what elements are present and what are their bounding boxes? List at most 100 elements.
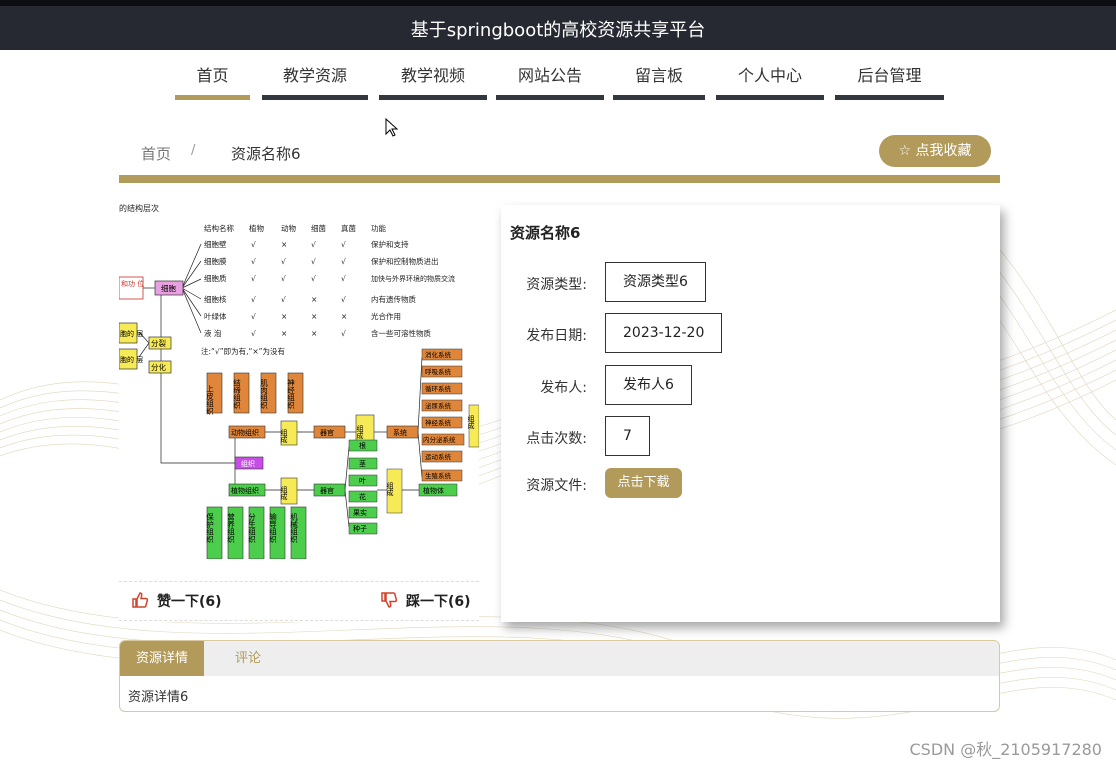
like-count: 赞一下(6) [157, 594, 222, 610]
diagram-node: 循环系统 [425, 384, 452, 393]
svg-text:加快与外界环境的物质交流: 加快与外界环境的物质交流 [371, 274, 455, 283]
resource-title: 资源名称6 [510, 224, 581, 242]
svg-text:保护和控制物质进出: 保护和控制物质进出 [371, 256, 439, 266]
svg-text:×: × [341, 312, 347, 321]
nav-announcements[interactable]: 网站公告 [496, 60, 604, 100]
diagram-node: 细胞 [161, 283, 176, 293]
nav-admin[interactable]: 后台管理 [835, 60, 944, 100]
diagram-node: 胞的 层 [120, 329, 143, 338]
diagram-node: 机械组织 [289, 512, 298, 545]
diagram-node: 果实 [353, 508, 367, 517]
diagram-table-row: 叶绿体 √ × × × 光合作用 [204, 311, 401, 321]
tab-comments[interactable]: 评论 [204, 641, 292, 676]
diagram-node: 动物组织 [231, 428, 259, 437]
diagram-node: 和功 位 [121, 279, 144, 288]
diagram-node: 组成 [356, 424, 364, 440]
svg-text:√: √ [311, 240, 316, 249]
nav-teaching-videos[interactable]: 教学视频 [379, 60, 487, 100]
gold-divider [119, 175, 1000, 183]
resource-type-value: 资源类型6 [605, 262, 706, 302]
diagram-node: 保护组织 [205, 513, 214, 545]
diagram-node: 茎 [359, 459, 366, 468]
svg-text:√: √ [251, 240, 256, 249]
svg-text:细胞核: 细胞核 [204, 294, 227, 304]
diagram-table-header: 真菌 [341, 223, 356, 233]
diagram-table-row: 细胞质 √ √ √ √ 加快与外界环境的物质交流 [204, 273, 455, 283]
nav-home[interactable]: 首页 [175, 60, 250, 100]
site-title: 基于springboot的高校资源共享平台 [410, 20, 706, 41]
diagram-table-row: 细胞核 √ √ × √ 内有遗传物质 [204, 294, 416, 304]
diagram-node: 输导组织 [268, 512, 277, 545]
svg-text:细胞壁: 细胞壁 [204, 239, 227, 249]
svg-text:√: √ [311, 274, 316, 283]
svg-text:√: √ [341, 295, 346, 304]
svg-text:细胞膜: 细胞膜 [204, 256, 227, 266]
svg-text:√: √ [281, 295, 286, 304]
diagram-node: 分生组织 [247, 513, 256, 545]
diagram-node: 种子 [353, 524, 367, 533]
thumbs-down-icon [381, 592, 398, 608]
diagram-node: 结缔组织 [232, 378, 241, 411]
diagram-node: 内分泌系统 [423, 435, 456, 444]
svg-text:√: √ [341, 257, 346, 266]
diagram-table-header: 功能 [371, 223, 386, 233]
svg-text:√: √ [251, 329, 256, 338]
dislike-count: 踩一下(6) [406, 594, 471, 610]
diagram-node: 器官 [320, 486, 334, 495]
svg-text:√: √ [281, 274, 286, 283]
publish-date-value: 2023-12-20 [605, 313, 723, 353]
svg-text:√: √ [251, 295, 256, 304]
diagram-table-header: 植物 [249, 223, 264, 233]
click-count-label: 点击次数: [526, 431, 587, 447]
tab-resource-detail[interactable]: 资源详情 [120, 641, 204, 676]
resource-info-card: 资源名称6 资源类型: 资源类型6 发布日期: 2023-12-20 发布人: … [501, 205, 1000, 622]
publisher-value: 发布人6 [605, 365, 692, 405]
diagram-table-row: 液 泡 √ × × √ 含一些可溶性物质 [204, 328, 431, 338]
resource-detail-text: 资源详情6 [128, 690, 189, 705]
diagram-node: 组织 [241, 459, 255, 468]
tabs-header: 资源详情 评论 [120, 641, 999, 676]
svg-text:叶绿体: 叶绿体 [204, 311, 227, 321]
nav-message-board[interactable]: 留言板 [613, 60, 705, 100]
vote-bar: 赞一下(6) 踩一下(6) [119, 581, 479, 621]
svg-text:√: √ [311, 257, 316, 266]
diagram-node: 呼吸系统 [425, 367, 452, 376]
diagram-node: 生殖系统 [425, 471, 452, 480]
main-nav: 首页 教学资源 教学视频 网站公告 留言板 个人中心 后台管理 [0, 60, 1116, 105]
svg-text:√: √ [251, 312, 256, 321]
diagram-node: 分裂 [151, 338, 166, 348]
nav-teaching-resources[interactable]: 教学资源 [262, 60, 368, 100]
svg-text:含一些可溶性物质: 含一些可溶性物质 [371, 328, 431, 338]
top-bar: 基于springboot的高校资源共享平台 [0, 0, 1116, 50]
diagram-node: 器官 [320, 428, 334, 437]
diagram-node: 运动系统 [425, 452, 452, 461]
nav-personal-center[interactable]: 个人中心 [716, 60, 824, 100]
diagram-table-header: 动物 [281, 223, 296, 233]
breadcrumb-home[interactable]: 首页 [141, 145, 171, 163]
diagram-node: 分化 [151, 362, 166, 372]
resource-type-label: 资源类型: [526, 277, 587, 293]
favorite-button[interactable]: ☆ 点我收藏 [879, 135, 991, 167]
download-button[interactable]: 点击下载 [605, 468, 682, 498]
diagram-caption: 的结构层次 [119, 203, 159, 213]
svg-text:内有遗传物质: 内有遗传物质 [371, 294, 416, 304]
svg-text:√: √ [251, 257, 256, 266]
diagram-node: 花 [359, 492, 366, 501]
detail-tabs: 资源详情 评论 资源详情6 [119, 640, 1000, 712]
diagram-table-row: 细胞壁 √ × √ √ 保护和支持 [204, 239, 409, 249]
svg-text:×: × [281, 312, 287, 321]
diagram-node: 消化系统 [425, 350, 452, 359]
diagram-node: 根 [359, 441, 366, 450]
breadcrumb: 首页 / 资源名称6 [141, 143, 301, 164]
diagram-node: 营养组织 [226, 512, 235, 545]
csdn-watermark: CSDN @秋_2105917280 [909, 740, 1102, 759]
breadcrumb-current: 资源名称6 [231, 145, 301, 163]
svg-text:保护和支持: 保护和支持 [371, 239, 409, 249]
resource-file-label: 资源文件: [526, 478, 587, 494]
svg-text:√: √ [341, 274, 346, 283]
svg-text:√: √ [251, 274, 256, 283]
svg-text:×: × [311, 329, 317, 338]
breadcrumb-separator: / [191, 143, 196, 158]
diagram-node: 组成 [280, 428, 288, 444]
diagram-node: 肌肉组织 [259, 379, 268, 411]
